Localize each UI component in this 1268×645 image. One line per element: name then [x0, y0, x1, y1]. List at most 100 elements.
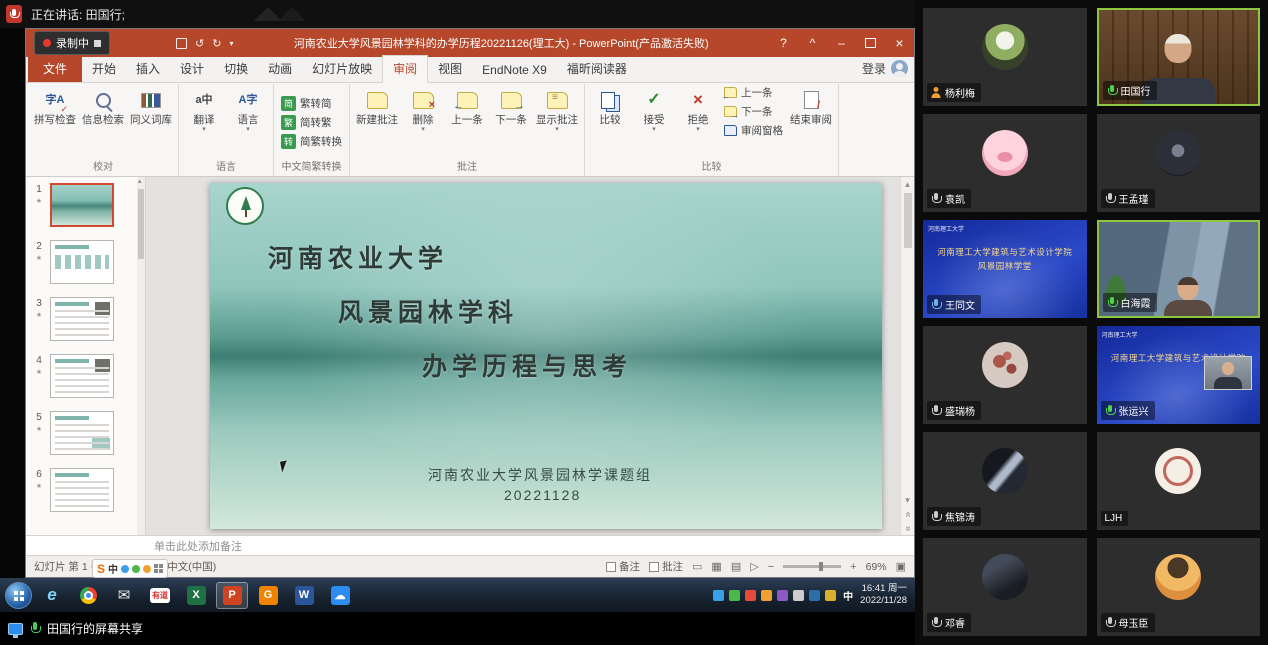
normal-view-button[interactable]: [692, 560, 702, 573]
research-button[interactable]: 信息检索: [79, 84, 127, 126]
tab-insert[interactable]: 插入: [126, 56, 170, 82]
slideshow-button[interactable]: [750, 560, 758, 573]
language-status[interactable]: 中文(中国): [167, 559, 216, 574]
ime-toolbox-icon[interactable]: [154, 564, 163, 573]
fit-to-window-button[interactable]: [896, 560, 906, 573]
accept-button[interactable]: 接受: [632, 84, 676, 134]
tab-home[interactable]: 开始: [82, 56, 126, 82]
tray-icon-5[interactable]: [777, 590, 788, 601]
thumbnail-preview[interactable]: [50, 183, 114, 227]
tray-icon-3[interactable]: [745, 590, 756, 601]
translate-button[interactable]: 翻译: [182, 84, 226, 134]
tray-icon-6[interactable]: [793, 590, 804, 601]
qat-more-icon[interactable]: [229, 37, 233, 49]
thumbnail-preview[interactable]: [50, 468, 114, 512]
tab-transitions[interactable]: 切换: [214, 56, 258, 82]
thumbnail-preview[interactable]: [50, 354, 114, 398]
scroll-track[interactable]: [901, 191, 914, 493]
tray-icon-8[interactable]: [825, 590, 836, 601]
internet-explorer-icon[interactable]: [36, 582, 68, 609]
ribbon-display-button[interactable]: [798, 29, 827, 57]
powerpoint-icon[interactable]: [216, 582, 248, 609]
participant-tile[interactable]: 河南理工大学 河南理工大学建筑与艺术设计学院 风景园林学堂 王同文: [923, 220, 1087, 318]
undo-icon[interactable]: [195, 37, 204, 50]
previous-change-button[interactable]: 上一条: [720, 84, 777, 101]
recording-indicator[interactable]: 录制中: [34, 31, 110, 55]
tab-file[interactable]: 文件: [28, 56, 82, 82]
tray-icon-1[interactable]: [713, 590, 724, 601]
zoom-in-button[interactable]: [850, 561, 856, 573]
thesaurus-button[interactable]: 同义词库: [127, 84, 175, 126]
restore-button[interactable]: [856, 29, 885, 57]
participant-tile[interactable]: 王孟瑾: [1097, 114, 1261, 212]
new-comment-button[interactable]: 新建批注: [353, 84, 401, 126]
reject-button[interactable]: 拒绝: [676, 84, 720, 134]
reading-view-button[interactable]: [731, 560, 741, 573]
chrome-icon[interactable]: [72, 582, 104, 609]
convert-button[interactable]: 简繁转换: [277, 133, 346, 150]
ime-mic-icon[interactable]: [132, 565, 140, 573]
review-pane-button[interactable]: 审阅窗格: [720, 122, 787, 139]
slide-thumbnail-panel[interactable]: 1 2 3 4 5: [26, 177, 146, 535]
youdao-icon[interactable]: 有道: [144, 582, 176, 609]
previous-comment-button[interactable]: 上一条: [445, 84, 489, 126]
tray-icon-7[interactable]: [809, 590, 820, 601]
tab-animations[interactable]: 动画: [258, 56, 302, 82]
delete-comment-button[interactable]: 删除: [401, 84, 445, 134]
thumbnail-preview[interactable]: [50, 297, 114, 341]
thumbnail-item[interactable]: 1: [32, 183, 143, 227]
sogou-input-bar[interactable]: S 中: [92, 559, 168, 578]
participant-tile[interactable]: 母玉臣: [1097, 538, 1261, 636]
zoom-slider-thumb[interactable]: [819, 562, 823, 571]
notes-pane[interactable]: 单击此处添加备注: [26, 535, 914, 555]
compare-button[interactable]: 比较: [588, 84, 632, 126]
tray-icon-4[interactable]: [761, 590, 772, 601]
ime-keyboard-icon[interactable]: [143, 565, 151, 573]
help-button[interactable]: [769, 29, 798, 57]
ime-mode-indicator[interactable]: 中: [108, 561, 118, 576]
tab-foxit[interactable]: 福昕阅读器: [557, 56, 637, 82]
simplified-to-traditional-button[interactable]: 简转繁: [277, 114, 336, 131]
spell-check-button[interactable]: 拼写检查: [31, 84, 79, 126]
thumbnail-scrollbar[interactable]: [137, 177, 145, 535]
close-button[interactable]: [885, 29, 914, 57]
scroll-down-icon[interactable]: [901, 493, 914, 507]
sogou-logo-icon[interactable]: S: [97, 562, 105, 576]
tab-slideshow[interactable]: 幻灯片放映: [302, 56, 382, 82]
redo-icon[interactable]: [212, 37, 221, 50]
language-button[interactable]: 语言: [226, 84, 270, 134]
next-comment-button[interactable]: 下一条: [489, 84, 533, 126]
next-change-button[interactable]: 下一条: [720, 103, 777, 120]
traditional-to-simplified-button[interactable]: 繁转简: [277, 95, 336, 112]
thumbnail-preview[interactable]: [50, 240, 114, 284]
taskbar-clock[interactable]: 16:41 周一 2022/11/28: [860, 583, 910, 607]
save-icon[interactable]: [176, 38, 187, 49]
slide-sorter-view-button[interactable]: [711, 560, 721, 573]
vertical-scrollbar[interactable]: [900, 177, 914, 535]
ppt-titlebar[interactable]: 录制中 河南农业大学风景园林学科的办学历程20221126(理工大) - Pow…: [26, 29, 914, 57]
start-button[interactable]: [5, 582, 32, 609]
notes-toggle-button[interactable]: 备注: [606, 559, 640, 574]
comments-toggle-button[interactable]: 批注: [649, 559, 683, 574]
thumbnail-item[interactable]: 4: [32, 354, 143, 398]
stop-record-icon[interactable]: [94, 40, 101, 47]
show-comments-button[interactable]: 显示批注: [533, 84, 581, 134]
excel-icon[interactable]: [180, 582, 212, 609]
thumbnail-item[interactable]: 6: [32, 468, 143, 512]
previous-slide-button[interactable]: [901, 507, 914, 521]
gg-reader-icon[interactable]: [252, 582, 284, 609]
tray-ime-indicator[interactable]: 中: [841, 588, 855, 603]
zoom-out-button[interactable]: [768, 561, 774, 573]
tab-review[interactable]: 审阅: [382, 55, 428, 83]
current-slide[interactable]: 河南农业大学 风景园林学科 办学历程与思考 河南农业大学风景园林学课题组 202…: [210, 183, 882, 529]
mail-icon[interactable]: [108, 582, 140, 609]
next-slide-button[interactable]: [901, 521, 914, 535]
participant-tile[interactable]: 杨利梅: [923, 8, 1087, 106]
minimize-button[interactable]: [827, 29, 856, 57]
zoom-slider[interactable]: [783, 565, 841, 568]
participant-tile[interactable]: 邓睿: [923, 538, 1087, 636]
participant-tile[interactable]: 田国行: [1097, 8, 1261, 106]
login-button[interactable]: 登录: [862, 60, 908, 77]
cloud-meeting-icon[interactable]: [324, 582, 356, 609]
slide-canvas[interactable]: 河南农业大学 风景园林学科 办学历程与思考 河南农业大学风景园林学课题组 202…: [146, 177, 914, 535]
